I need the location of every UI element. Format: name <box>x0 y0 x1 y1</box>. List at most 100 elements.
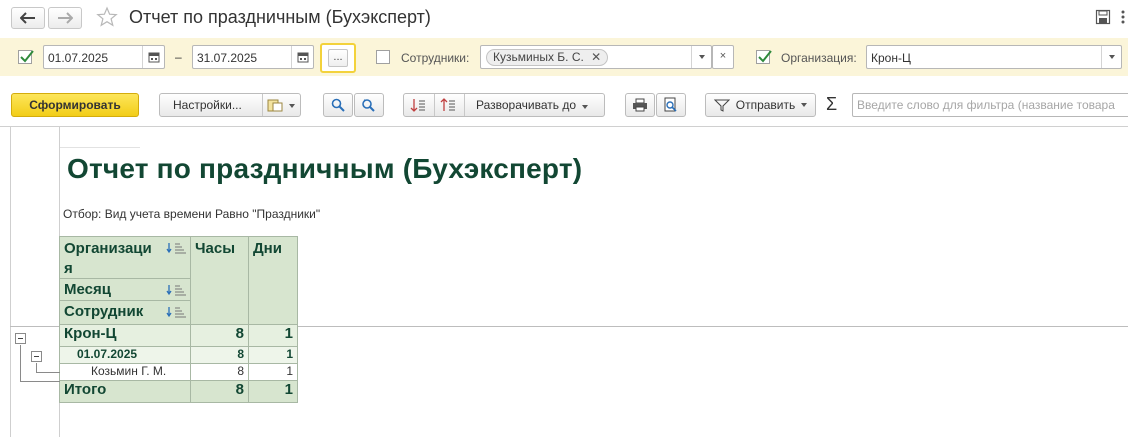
window-title: Отчет по праздничным (Бухэксперт) <box>129 7 431 27</box>
row-month-hours: 8 <box>190 346 249 364</box>
settings-button[interactable]: Настройки... <box>159 93 301 117</box>
employee-tag[interactable]: Кузьминых Б. С. ✕ <box>486 49 609 66</box>
preview-button[interactable] <box>656 93 686 117</box>
sort-icon[interactable] <box>166 306 188 318</box>
grid-line <box>60 147 140 148</box>
employees-checkbox[interactable] <box>376 50 390 64</box>
search-replace-icon <box>362 99 375 112</box>
calendar-icon[interactable] <box>142 46 164 68</box>
row-organization-hours: 8 <box>190 324 249 347</box>
header-organization[interactable]: Организаци я <box>60 237 190 279</box>
checkmark-icon <box>758 50 772 63</box>
expand-all-icon[interactable] <box>440 98 456 116</box>
print-button[interactable] <box>625 93 655 117</box>
search-next-button[interactable] <box>354 93 384 117</box>
total-hours: 8 <box>190 380 249 403</box>
row-month-name: 01.07.2025 <box>59 346 191 364</box>
row-organization-name: Крон-Ц <box>59 324 191 347</box>
tree-line <box>36 372 60 373</box>
settings-label: Настройки... <box>173 98 242 112</box>
arrow-left-icon <box>20 12 35 24</box>
table-row[interactable]: Крон-Ц 8 1 <box>59 324 298 347</box>
send-icon <box>713 99 730 112</box>
expand-to-label: Разворачивать до <box>476 98 577 112</box>
employee-tag-label: Кузьминых Б. С. <box>493 50 584 64</box>
calendar-icon[interactable] <box>291 46 313 68</box>
filter-field[interactable] <box>852 93 1128 117</box>
header-month[interactable]: Месяц <box>60 279 190 301</box>
header-hours[interactable]: Часы <box>190 236 249 325</box>
ellipsis-label: ... <box>328 49 348 67</box>
chevron-down-icon[interactable] <box>1101 46 1121 68</box>
tree-line <box>20 345 21 382</box>
header-employee-label: Сотрудник <box>64 303 144 320</box>
parameters-bar: 01.07.2025 – 31.07.2025 ... Сотрудники: … <box>0 38 1128 76</box>
chevron-down-icon <box>582 105 589 109</box>
employees-field[interactable]: Кузьминых Б. С. ✕ <box>480 45 712 69</box>
total-row: Итого 8 1 <box>59 380 298 403</box>
total-label: Итого <box>59 380 191 403</box>
search-button[interactable] <box>323 93 353 117</box>
organization-label: Организация: <box>781 51 857 65</box>
variant-icon <box>267 99 283 112</box>
search-icon <box>331 98 345 112</box>
table-row[interactable]: Козьмин Г. М. 8 1 <box>59 363 298 381</box>
print-preview-icon <box>664 97 677 112</box>
header-month-label: Месяц <box>64 281 111 298</box>
report-gutter <box>10 127 11 437</box>
row-month-days: 1 <box>248 346 298 364</box>
checkmark-icon <box>20 50 34 63</box>
employees-label: Сотрудники: <box>401 51 470 65</box>
tree-line <box>20 381 60 382</box>
sort-icon[interactable] <box>166 284 188 296</box>
tag-remove-icon[interactable]: ✕ <box>591 50 601 64</box>
printer-icon <box>633 98 647 112</box>
expand-to-button[interactable]: Разворачивать до <box>476 98 589 112</box>
collapse-all-icon[interactable] <box>410 98 426 116</box>
total-days: 1 <box>248 380 298 403</box>
more-icon[interactable] <box>1119 9 1128 25</box>
organization-checkbox[interactable] <box>756 50 772 64</box>
header-organization-label-1: Организаци <box>64 240 152 257</box>
date-to-value: 31.07.2025 <box>197 51 258 65</box>
sum-icon[interactable]: Σ <box>826 94 837 115</box>
header-organization-label-2: я <box>64 260 73 277</box>
collapse-group-icon[interactable] <box>15 333 26 344</box>
report-table: Организаци я Месяц Сотрудник Часы Дни Кр… <box>59 236 298 403</box>
chevron-down-icon[interactable] <box>691 46 711 68</box>
title-bar: Отчет по праздничным (Бухэксперт) <box>0 0 1128 36</box>
forward-button[interactable] <box>48 7 82 29</box>
organization-value: Крон-Ц <box>871 51 911 65</box>
date-to-field[interactable]: 31.07.2025 <box>192 45 314 69</box>
chevron-down-icon[interactable] <box>289 104 295 108</box>
employees-clear-button[interactable]: × <box>712 45 734 69</box>
filter-input[interactable] <box>857 98 1128 112</box>
period-checkbox[interactable] <box>18 50 34 64</box>
report-area: Отчет по праздничным (Бухэксперт) Отбор:… <box>0 126 1128 437</box>
favorite-star-icon[interactable] <box>96 6 118 28</box>
arrow-right-icon <box>58 12 73 24</box>
generate-button[interactable]: Сформировать <box>11 93 139 117</box>
send-button[interactable]: Отправить <box>705 93 816 117</box>
table-row[interactable]: 01.07.2025 8 1 <box>59 346 298 364</box>
organization-field[interactable]: Крон-Ц <box>866 45 1122 69</box>
row-organization-days: 1 <box>248 324 298 347</box>
row-employee-days: 1 <box>248 363 298 381</box>
grouping-toolbar: Разворачивать до <box>403 93 605 117</box>
save-icon[interactable] <box>1095 9 1111 25</box>
collapse-group-icon[interactable] <box>31 351 42 362</box>
date-separator: – <box>175 50 182 64</box>
chevron-down-icon <box>801 103 808 107</box>
date-from-value: 01.07.2025 <box>48 51 109 65</box>
grouping-header-cell: Организаци я Месяц Сотрудник <box>59 236 191 325</box>
header-employee[interactable]: Сотрудник <box>60 301 190 323</box>
send-label: Отправить <box>735 98 796 112</box>
sort-icon[interactable] <box>166 242 188 254</box>
date-from-field[interactable]: 01.07.2025 <box>43 45 165 69</box>
back-button[interactable] <box>11 7 45 29</box>
header-days[interactable]: Дни <box>248 236 298 325</box>
row-employee-hours: 8 <box>190 363 249 381</box>
report-filter-text: Отбор: Вид учета времени Равно "Праздник… <box>63 207 321 221</box>
report-title: Отчет по праздничным (Бухэксперт) <box>67 153 583 184</box>
period-select-button[interactable]: ... <box>320 43 356 73</box>
